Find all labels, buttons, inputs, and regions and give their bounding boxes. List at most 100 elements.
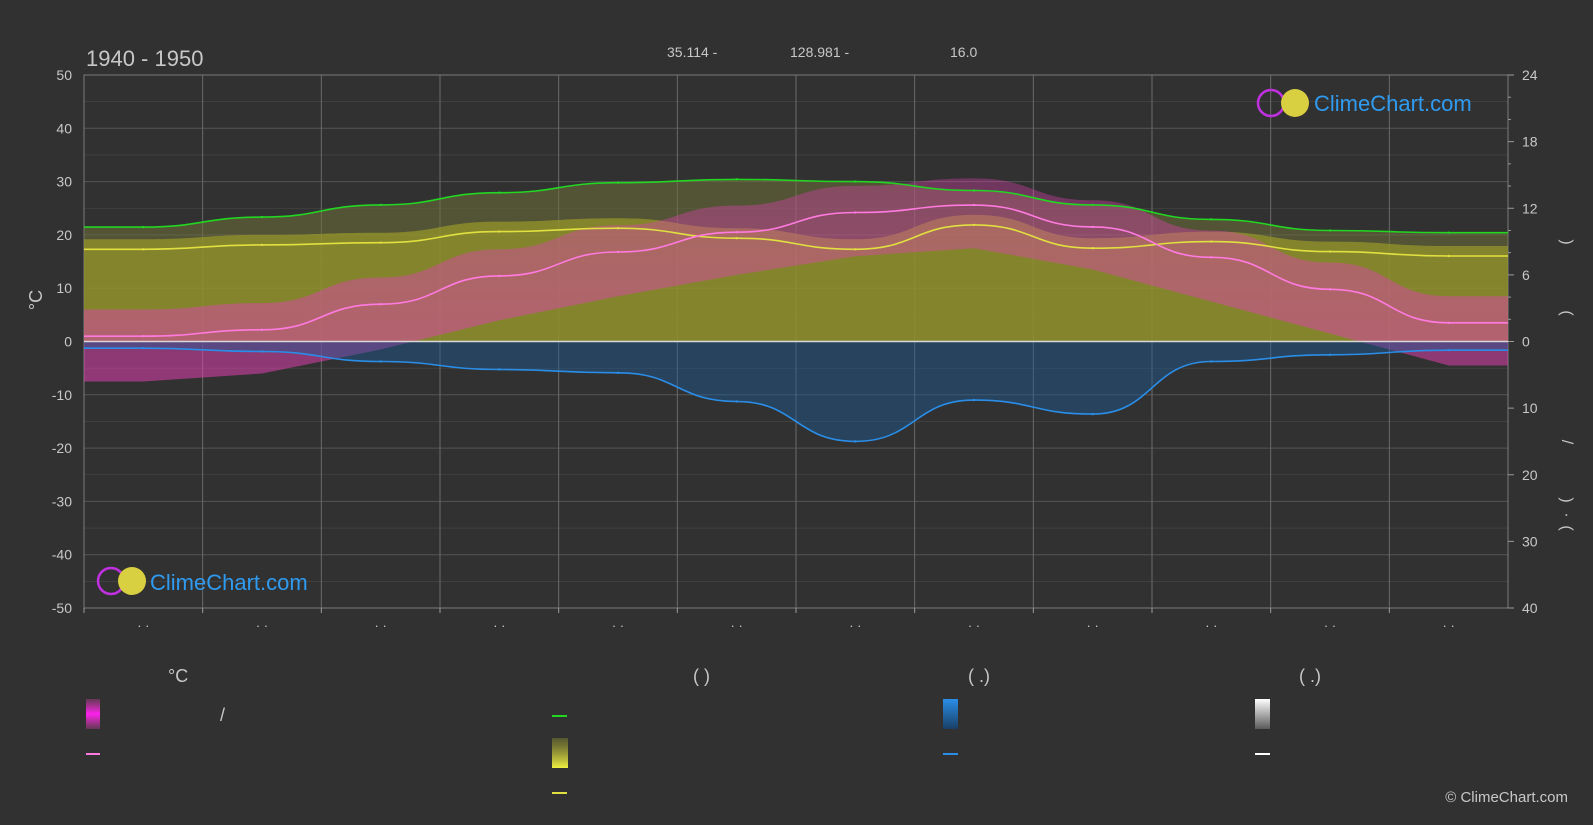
temperature-point (735, 231, 738, 234)
rain-axis-label: 30 (1522, 533, 1538, 549)
month-tick-label: · · (137, 618, 149, 633)
sunshine-point (498, 230, 501, 233)
month-tick-label: · · (375, 618, 387, 633)
y-tick-label: 40 (56, 120, 72, 136)
rain-point (854, 440, 857, 443)
month-tick-label: · · (849, 618, 861, 633)
y-tick-label: 30 (56, 174, 72, 190)
sunshine-point (142, 248, 145, 251)
rain-point (1328, 353, 1332, 357)
longitude-label: 128.981 - (790, 44, 849, 60)
rain-point (972, 398, 976, 402)
sun-axis-label: 18 (1522, 134, 1538, 150)
sunshine-point (1328, 250, 1332, 253)
rain-point (260, 350, 264, 353)
y-axis-label: °C (26, 290, 46, 310)
sunshine-point (972, 223, 976, 227)
y-tick-label: 0 (64, 334, 72, 350)
legend-rain-swatch (943, 699, 958, 729)
sunshine-point (735, 237, 738, 240)
temperature-point (1210, 256, 1213, 259)
rain-point (616, 371, 620, 375)
data-areas (84, 178, 1508, 442)
daylight-point (142, 225, 145, 229)
rain-point (1447, 348, 1450, 352)
y-tick-label: -10 (52, 387, 72, 403)
y-tick-label: -50 (52, 600, 72, 616)
month-tick-label: · · (1324, 618, 1336, 633)
copyright: © ClimeChart.com (1445, 789, 1568, 806)
right-axis-glyph-3: / (1558, 440, 1575, 445)
daylight-point (260, 215, 264, 219)
month-tick-label: · · (968, 618, 980, 633)
rain-point (498, 368, 501, 371)
month-tick-label: · · (1087, 618, 1099, 633)
y-tick-label: 10 (56, 280, 72, 296)
rain-point (735, 400, 738, 403)
temperature-point (142, 334, 145, 338)
brand-name-bottom: ClimeChart.com (150, 570, 308, 595)
daylight-point (498, 191, 501, 194)
sunshine-point (1091, 247, 1094, 250)
month-tick-label: · · (493, 618, 505, 633)
sunshine-point (260, 243, 264, 247)
brand-logo-bottom: ClimeChart.com (96, 566, 308, 596)
legend-temp-header: °C (168, 666, 188, 686)
legend-sun-header: ( ) (693, 666, 710, 686)
rain-axis-label: 10 (1522, 400, 1538, 416)
brand-name-top: ClimeChart.com (1314, 91, 1472, 116)
rain-axis-label: 40 (1522, 600, 1538, 616)
temperature-point (1447, 321, 1450, 325)
latitude-label: 35.114 - (667, 44, 718, 60)
legend-sunshine-swatch (552, 738, 568, 768)
sunshine-point (1210, 240, 1213, 243)
y-tick-label: 20 (56, 227, 72, 243)
rain-point (142, 346, 145, 350)
legend-temp-slash: / (220, 705, 225, 725)
temperature-point (972, 203, 976, 207)
daylight-point (1447, 231, 1450, 234)
right-axis-glyph-6: ( (1558, 525, 1575, 531)
sunshine-point (379, 241, 382, 244)
period-title: 1940 - 1950 (86, 46, 203, 71)
legend-temp-range-swatch (86, 699, 100, 729)
sun-axis-label: 0 (1522, 334, 1530, 350)
y-tick-label: -30 (52, 493, 72, 509)
y-tick-label: 50 (56, 67, 72, 83)
rain-point (1210, 360, 1213, 363)
rain-axis-label: 20 (1522, 467, 1538, 483)
right-axis-glyph-4: ) (1558, 497, 1575, 502)
daylight-point (379, 203, 382, 207)
rain-point (379, 360, 382, 363)
rain-point (1091, 412, 1094, 416)
month-tick-label: · · (612, 618, 624, 633)
daylight-point (972, 189, 976, 192)
daylight-point (1328, 229, 1332, 232)
logo-sun-icon (1281, 89, 1309, 117)
daylight-point (735, 178, 738, 181)
month-tick-label: · · (256, 618, 268, 633)
climate-chart: 1940 - 1950 35.114 - 128.981 - 16.0 °C )… (26, 44, 1575, 806)
right-axis-glyph-2: ( (1558, 310, 1575, 316)
daylight-point (616, 181, 620, 184)
elevation-label: 16.0 (950, 44, 977, 60)
temperature-point (854, 211, 857, 214)
sun-axis-label: 24 (1522, 67, 1538, 83)
sunshine-point (1447, 254, 1450, 258)
right-axis-glyph-5: · (1558, 512, 1575, 517)
y-tick-label: -40 (52, 547, 72, 563)
month-tick-label: · · (1205, 618, 1217, 633)
month-tick-label: · · (1443, 618, 1455, 633)
sunshine-point (616, 227, 620, 230)
temperature-point (379, 302, 382, 306)
y-tick-label: -20 (52, 440, 72, 456)
sun-axis-label: 6 (1522, 267, 1530, 283)
temperature-point (498, 274, 501, 278)
legend-rain-header: ( .) (968, 666, 990, 686)
brand-logo-top: ClimeChart.com (1256, 88, 1472, 118)
month-tick-label: · · (731, 618, 743, 633)
temperature-point (1091, 225, 1094, 229)
right-axis-glyph-1: ) (1558, 239, 1575, 244)
daylight-point (1210, 218, 1213, 221)
legend: °C ( ) ( .) ( .) / (86, 666, 1321, 794)
